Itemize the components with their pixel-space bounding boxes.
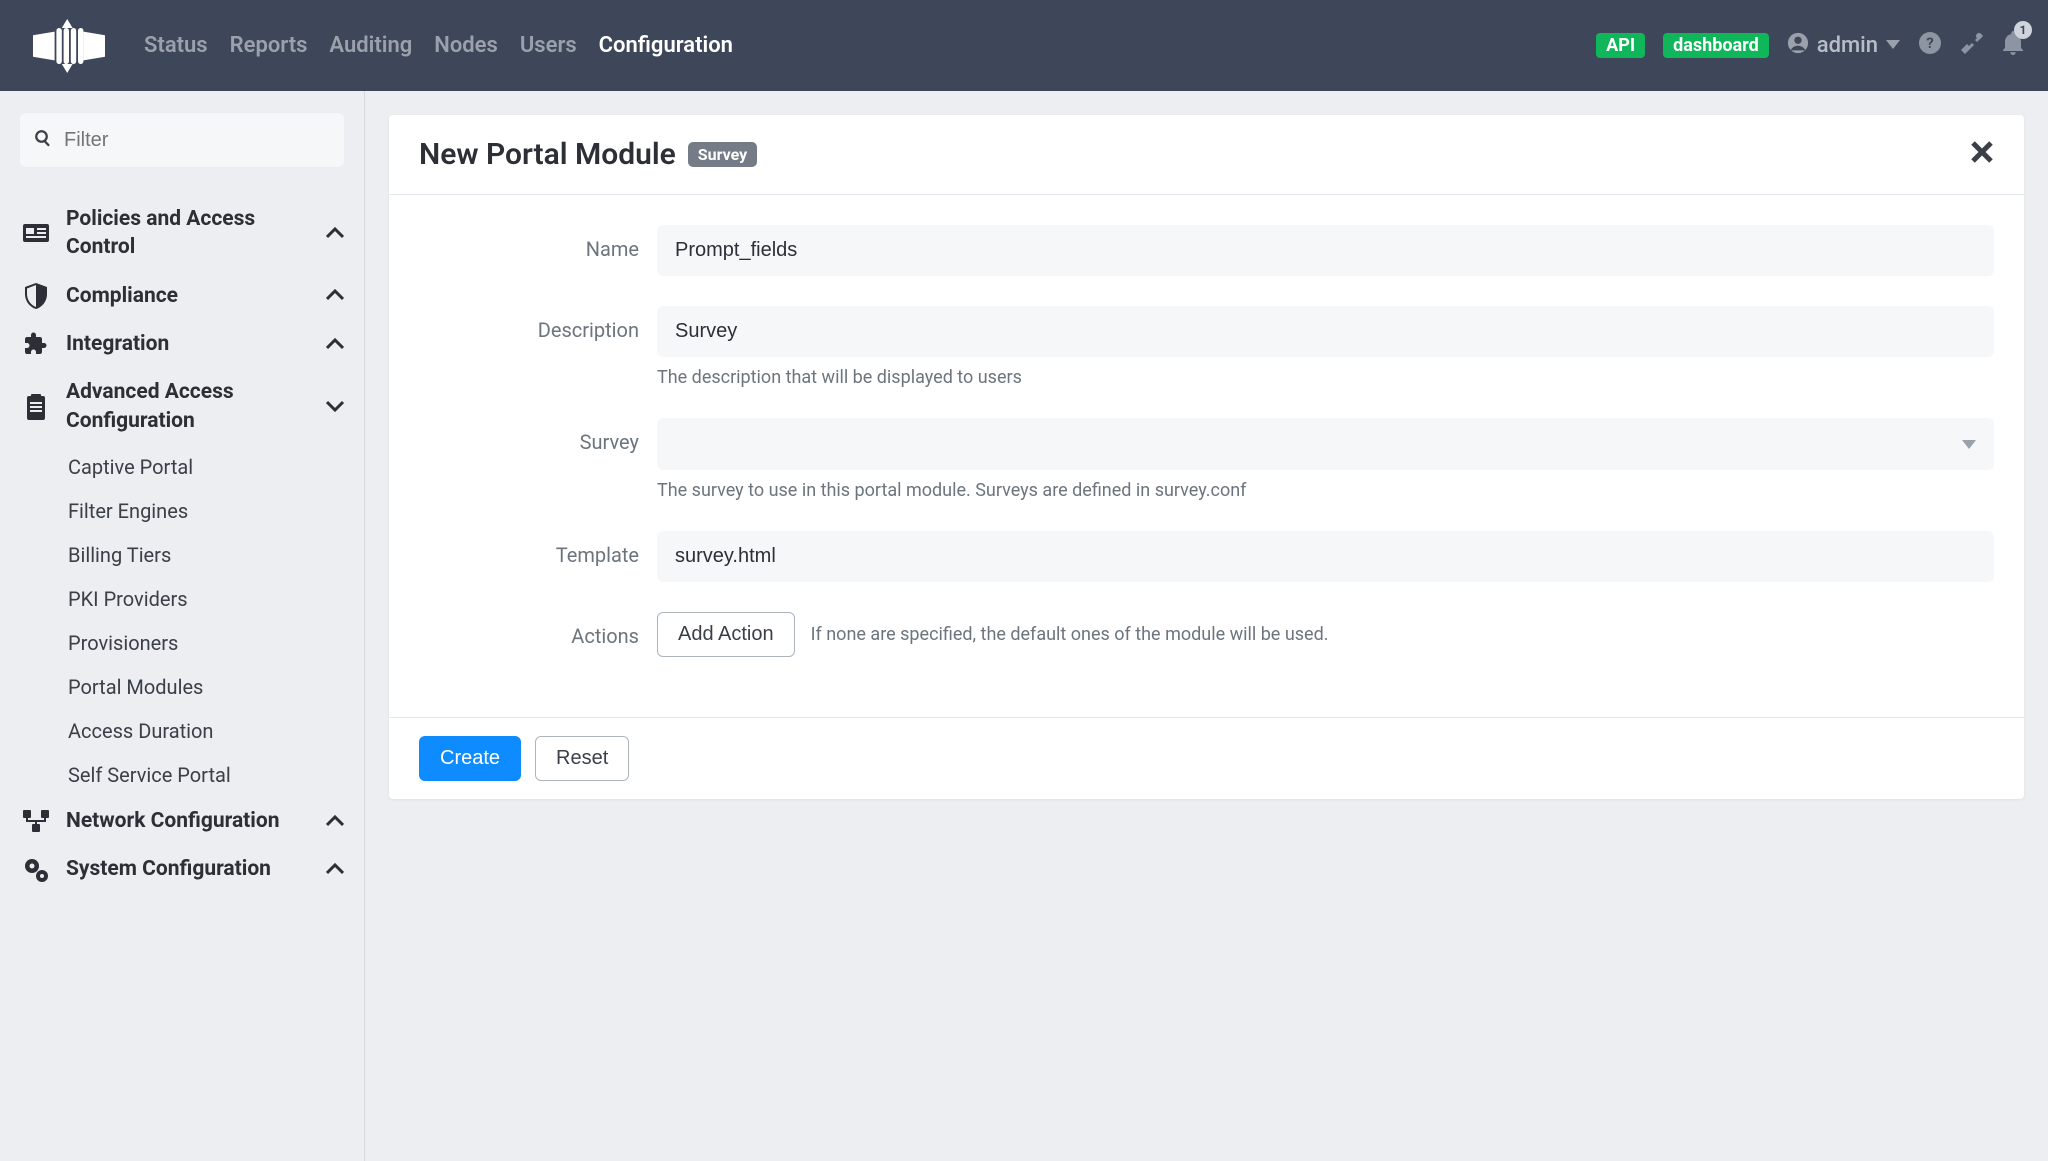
sidebar-item-pki-providers[interactable]: PKI Providers — [68, 577, 344, 621]
tools-icon[interactable] — [1960, 31, 1984, 61]
add-action-button[interactable]: Add Action — [657, 612, 795, 657]
chevron-up-icon — [326, 286, 344, 305]
module-type-chip: Survey — [688, 142, 757, 167]
sidebar-group-compliance[interactable]: Compliance — [20, 272, 344, 320]
sidebar-item-billing-tiers[interactable]: Billing Tiers — [68, 533, 344, 577]
chevron-up-icon — [326, 860, 344, 879]
template-input[interactable] — [657, 531, 1994, 582]
sidebar-item-access-duration[interactable]: Access Duration — [68, 709, 344, 753]
reset-button[interactable]: Reset — [535, 736, 629, 781]
label-survey: Survey — [419, 418, 657, 454]
user-name: admin — [1817, 33, 1878, 58]
chevron-down-icon — [1962, 435, 1976, 454]
description-input[interactable] — [657, 306, 1994, 357]
form-card: New Portal Module Survey Name Descripti — [389, 115, 2024, 799]
puzzle-icon — [20, 332, 52, 356]
help-actions: If none are specified, the default ones … — [811, 624, 1329, 645]
top-bar-right: API dashboard admin ? 1 — [1596, 31, 2024, 61]
clipboard-icon — [20, 394, 52, 420]
sidebar-item-captive-portal[interactable]: Captive Portal — [68, 445, 344, 489]
sidebar-group-label: Advanced Access Configuration — [66, 378, 312, 435]
filter-input[interactable] — [52, 129, 330, 152]
bell-icon[interactable]: 1 — [2002, 31, 2024, 61]
sidebar-group-label: Network Configuration — [66, 807, 312, 835]
page-title: New Portal Module — [419, 137, 676, 172]
label-actions: Actions — [419, 612, 657, 648]
app-logo — [24, 18, 114, 73]
sidebar-item-self-service[interactable]: Self Service Portal — [68, 753, 344, 797]
help-icon[interactable]: ? — [1918, 31, 1942, 61]
sidebar-group-advanced-access[interactable]: Advanced Access Configuration — [20, 368, 344, 445]
label-description: Description — [419, 306, 657, 342]
nav-users[interactable]: Users — [520, 33, 577, 58]
card-footer: Create Reset — [389, 717, 2024, 799]
help-description: The description that will be displayed t… — [657, 367, 1994, 388]
name-input[interactable] — [657, 225, 1994, 276]
sidebar-item-provisioners[interactable]: Provisioners — [68, 621, 344, 665]
survey-select[interactable] — [657, 418, 1994, 470]
id-card-icon — [20, 222, 52, 244]
sidebar: Policies and Access Control Compliance I… — [0, 91, 365, 1161]
label-name: Name — [419, 225, 657, 261]
sidebar-group-label: Compliance — [66, 282, 312, 310]
chevron-up-icon — [326, 224, 344, 243]
sidebar-item-filter-engines[interactable]: Filter Engines — [68, 489, 344, 533]
close-button[interactable] — [1970, 137, 1994, 172]
sidebar-group-network[interactable]: Network Configuration — [20, 797, 344, 845]
nav-status[interactable]: Status — [144, 33, 208, 58]
top-nav: Status Reports Auditing Nodes Users Conf… — [144, 33, 733, 58]
sidebar-sublist-advanced: Captive Portal Filter Engines Billing Ti… — [20, 445, 344, 797]
card-header: New Portal Module Survey — [389, 115, 2024, 195]
nav-auditing[interactable]: Auditing — [329, 33, 412, 58]
network-icon — [20, 810, 52, 832]
gears-icon — [20, 857, 52, 883]
nav-nodes[interactable]: Nodes — [434, 33, 498, 58]
svg-text:?: ? — [1926, 34, 1933, 52]
sidebar-group-label: System Configuration — [66, 855, 312, 883]
search-icon — [34, 129, 52, 151]
notification-badge: 1 — [2014, 21, 2032, 39]
label-template: Template — [419, 531, 657, 567]
content-area: New Portal Module Survey Name Descripti — [365, 91, 2048, 1161]
api-tag[interactable]: API — [1596, 33, 1645, 58]
dashboard-tag[interactable]: dashboard — [1663, 33, 1769, 58]
chevron-down-icon — [326, 397, 344, 416]
sidebar-group-system[interactable]: System Configuration — [20, 845, 344, 893]
chevron-up-icon — [326, 812, 344, 831]
create-button[interactable]: Create — [419, 736, 521, 781]
shield-icon — [20, 283, 52, 309]
user-icon — [1787, 32, 1809, 60]
top-bar: Status Reports Auditing Nodes Users Conf… — [0, 0, 2048, 91]
nav-reports[interactable]: Reports — [230, 33, 308, 58]
filter-box[interactable] — [20, 113, 344, 167]
chevron-down-icon — [1886, 31, 1900, 56]
sidebar-group-integration[interactable]: Integration — [20, 320, 344, 368]
sidebar-group-policies[interactable]: Policies and Access Control — [20, 195, 344, 272]
nav-configuration[interactable]: Configuration — [599, 33, 733, 58]
sidebar-item-portal-modules[interactable]: Portal Modules — [68, 665, 344, 709]
sidebar-group-label: Integration — [66, 330, 312, 358]
sidebar-group-label: Policies and Access Control — [66, 205, 312, 262]
chevron-up-icon — [326, 335, 344, 354]
user-menu[interactable]: admin — [1787, 32, 1900, 60]
help-survey: The survey to use in this portal module.… — [657, 480, 1994, 501]
